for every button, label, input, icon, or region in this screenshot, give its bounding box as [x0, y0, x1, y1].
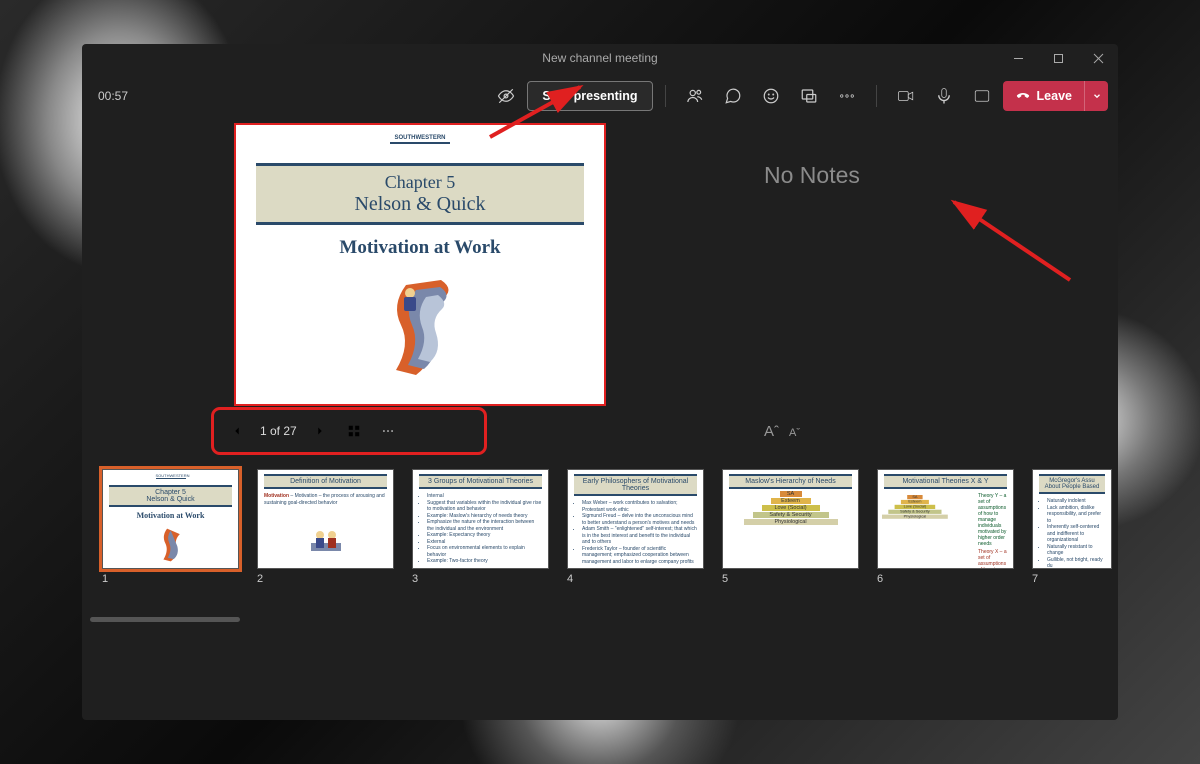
thumbnail-number: 4 [567, 573, 704, 585]
thumbnail-2[interactable]: Definition of Motivation Motivation – Mo… [257, 469, 394, 569]
thumbnail-number: 2 [257, 573, 394, 585]
camera-icon[interactable] [889, 79, 923, 113]
thumbnail-number: 6 [877, 573, 1014, 585]
notes-panel: No Notes Aˆ Aˇ [704, 120, 1084, 455]
leave-button[interactable]: Leave [1003, 81, 1084, 111]
more-actions-icon[interactable] [830, 79, 864, 113]
next-slide-button[interactable] [305, 416, 335, 446]
meeting-timer: 00:57 [92, 89, 134, 103]
stop-presenting-button[interactable]: Stop presenting [527, 81, 652, 111]
thumbnail-5[interactable]: Maslow's Hierarchy of Needs SA Esteem Lo… [722, 469, 859, 569]
microphone-icon[interactable] [927, 79, 961, 113]
publisher-logo: SOUTHWESTERN [380, 135, 460, 157]
thumbnail-1[interactable]: SOUTHWESTERN Chapter 5 Nelson & Quick Mo… [102, 469, 239, 569]
thumbnail-strip: SOUTHWESTERN Chapter 5 Nelson & Quick Mo… [82, 455, 1118, 605]
divider [876, 85, 877, 107]
teams-meeting-window: New channel meeting 00:57 Stop presentin… [82, 44, 1118, 720]
thumbnail-3[interactable]: 3 Groups of Motivational Theories Intern… [412, 469, 549, 569]
thumbnail-4[interactable]: Early Philosophers of Motivational Theor… [567, 469, 704, 569]
hangup-icon [1015, 88, 1031, 104]
thumbnail-number: 5 [722, 573, 859, 585]
divider [665, 85, 666, 107]
maximize-button[interactable] [1038, 44, 1078, 72]
current-slide: SOUTHWESTERN Chapter 5 Nelson & Quick Mo… [234, 123, 606, 406]
thumbnail-7[interactable]: McGregor's Assu About People Based Natur… [1032, 469, 1112, 569]
slide-title: Motivation at Work [242, 237, 598, 259]
participants-icon[interactable] [678, 79, 712, 113]
chapter-heading: Chapter 5 Nelson & Quick [256, 163, 584, 225]
meeting-toolbar: 00:57 Stop presenting [82, 72, 1118, 120]
font-increase-button[interactable]: Aˆ [764, 423, 779, 440]
slide-more-button[interactable] [373, 416, 403, 446]
rooms-icon[interactable] [792, 79, 826, 113]
window-title: New channel meeting [542, 51, 657, 65]
presenter-content: SOUTHWESTERN Chapter 5 Nelson & Quick Mo… [82, 120, 1118, 720]
leave-dropdown[interactable] [1084, 81, 1108, 111]
no-notes-label: No Notes [704, 120, 1084, 231]
slide-nav: 1 of 27 [214, 410, 484, 452]
grid-view-button[interactable] [339, 416, 369, 446]
share-icon[interactable] [965, 79, 999, 113]
chat-icon[interactable] [716, 79, 750, 113]
slide-counter: 1 of 27 [256, 424, 301, 438]
font-decrease-button[interactable]: Aˇ [789, 427, 800, 440]
thumbnail-6[interactable]: Motivational Theories X & Y SAEsteemLove… [877, 469, 1014, 569]
reactions-icon[interactable] [754, 79, 788, 113]
slide-clipart [386, 275, 486, 385]
privacy-eye-icon[interactable] [489, 79, 523, 113]
minimize-button[interactable] [998, 44, 1038, 72]
prev-slide-button[interactable] [222, 416, 252, 446]
titlebar: New channel meeting [82, 44, 1118, 72]
thumbnail-scrollbar[interactable] [90, 617, 240, 622]
close-button[interactable] [1078, 44, 1118, 72]
thumbnail-number: 3 [412, 573, 549, 585]
thumbnail-number: 7 [1032, 573, 1112, 585]
thumbnail-number: 1 [102, 573, 239, 585]
